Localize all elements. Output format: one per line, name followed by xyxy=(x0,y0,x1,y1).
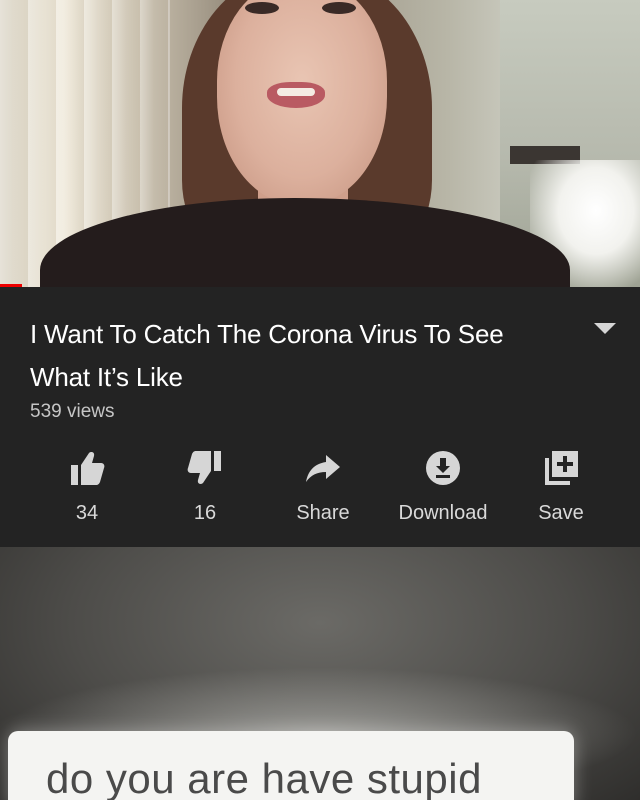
comment-text: do you are have stupid xyxy=(46,755,482,800)
download-label: Download xyxy=(398,502,488,524)
like-count: 34 xyxy=(75,502,99,524)
like-button[interactable]: 34 xyxy=(32,449,142,539)
comment-bubble: do you are have stupid xyxy=(8,731,574,800)
comment-photo: do you are have stupid xyxy=(0,547,640,800)
video-title: I Want To Catch The Corona Virus To See … xyxy=(30,319,504,392)
dislike-count: 16 xyxy=(193,502,217,524)
add-to-playlist-icon xyxy=(545,451,578,485)
right-eye xyxy=(322,2,356,14)
video-player[interactable] xyxy=(0,0,640,287)
dislike-button[interactable]: 16 xyxy=(150,449,260,539)
share-label: Share xyxy=(296,502,350,524)
expand-description-icon[interactable] xyxy=(594,323,616,334)
left-eye xyxy=(245,2,279,14)
teeth xyxy=(277,88,315,96)
person-face xyxy=(217,0,387,205)
share-arrow-icon xyxy=(306,455,340,482)
download-icon xyxy=(426,451,460,485)
mouth xyxy=(267,82,325,108)
action-bar: 34 16 Share Download Save xyxy=(0,449,640,539)
thumbs-down-icon xyxy=(187,451,221,484)
view-count: 539 views xyxy=(30,401,115,422)
save-label: Save xyxy=(538,502,584,524)
download-button[interactable]: Download xyxy=(388,449,498,539)
save-button[interactable]: Save xyxy=(506,449,616,539)
share-button[interactable]: Share xyxy=(268,449,378,539)
video-info-panel: I Want To Catch The Corona Virus To See … xyxy=(0,287,640,547)
thumbs-up-icon xyxy=(71,452,105,485)
